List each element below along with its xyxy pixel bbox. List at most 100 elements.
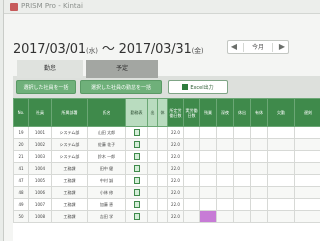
table-cell: 22.0 bbox=[167, 162, 184, 175]
timesheet-icon[interactable] bbox=[133, 189, 140, 196]
table-row[interactable]: 21 1003 システム部 鈴木 一郎 22.0 bbox=[13, 150, 320, 163]
end-date: 2017/03/31 bbox=[118, 42, 192, 57]
table-cell bbox=[157, 126, 168, 139]
table-cell[interactable] bbox=[125, 186, 148, 199]
table-cell: 工務課 bbox=[51, 210, 88, 223]
table-cell bbox=[183, 150, 200, 163]
table-cell bbox=[216, 126, 234, 139]
table-row[interactable]: 49 1007 工務課 加藤 恵 22.0 bbox=[13, 198, 320, 211]
table-cell: 1001 bbox=[28, 126, 52, 139]
table-cell: 1008 bbox=[28, 210, 52, 223]
period-navigation: ◀ 今月 ▶ bbox=[227, 40, 289, 54]
column-header[interactable]: No. bbox=[13, 98, 29, 127]
column-header[interactable]: 実労働日数 bbox=[183, 98, 200, 127]
table-cell bbox=[267, 186, 295, 199]
table-cell bbox=[294, 210, 320, 223]
column-header[interactable]: 休 bbox=[157, 98, 168, 127]
date-range: 2017/03/01(水) 〜 2017/03/31(金) bbox=[13, 38, 204, 57]
table-cell[interactable] bbox=[125, 162, 148, 175]
table-cell: 吉田 学 bbox=[87, 210, 126, 223]
current-period-button[interactable]: 今月 bbox=[243, 43, 273, 52]
table-cell: 1005 bbox=[28, 174, 52, 187]
table-cell[interactable] bbox=[125, 150, 148, 163]
next-period-button[interactable]: ▶ bbox=[277, 42, 287, 52]
table-cell: 加藤 恵 bbox=[87, 198, 126, 211]
table-cell bbox=[157, 150, 168, 163]
table-cell bbox=[147, 186, 158, 199]
column-header[interactable]: 所定労働日数 bbox=[167, 98, 184, 127]
table-cell bbox=[250, 186, 268, 199]
column-header[interactable]: 所属部署 bbox=[51, 98, 88, 127]
table-cell bbox=[233, 138, 251, 151]
table-cell[interactable] bbox=[125, 198, 148, 211]
table-cell bbox=[183, 210, 200, 223]
table-cell bbox=[267, 162, 295, 175]
bulk-action-button[interactable]: 選択した社員を一括 bbox=[16, 80, 76, 94]
excel-icon bbox=[182, 84, 189, 90]
table-cell bbox=[250, 150, 268, 163]
column-header[interactable]: 休出 bbox=[233, 98, 251, 127]
table-cell: 工務課 bbox=[51, 186, 88, 199]
table-cell: システム部 bbox=[51, 126, 88, 139]
table-cell bbox=[233, 174, 251, 187]
table-cell: 21 bbox=[13, 150, 29, 163]
table-cell bbox=[147, 126, 158, 139]
table-cell: 47 bbox=[13, 174, 29, 187]
tab-schedule[interactable]: 予定 bbox=[86, 60, 158, 78]
column-header[interactable]: 残業 bbox=[199, 98, 217, 127]
table-cell bbox=[216, 174, 234, 187]
table-cell bbox=[199, 150, 217, 163]
column-header[interactable]: 勤務表 bbox=[125, 98, 148, 127]
table-cell bbox=[294, 174, 320, 187]
table-cell: 22.0 bbox=[167, 186, 184, 199]
timesheet-icon[interactable] bbox=[133, 213, 140, 220]
timesheet-icon[interactable] bbox=[133, 177, 140, 184]
timesheet-icon[interactable] bbox=[133, 153, 140, 160]
table-row[interactable]: 20 1002 システム部 佐藤 花子 22.0 bbox=[13, 138, 320, 151]
table-cell bbox=[216, 150, 234, 163]
table-row[interactable]: 50 1008 工務課 吉田 学 22.0 bbox=[13, 210, 320, 223]
column-header[interactable]: 有休 bbox=[250, 98, 268, 127]
table-cell bbox=[199, 174, 217, 187]
column-header[interactable]: 遅刻 bbox=[294, 98, 320, 127]
excel-export-button[interactable]: Excel出力 bbox=[168, 80, 228, 94]
table-cell bbox=[183, 126, 200, 139]
table-cell[interactable] bbox=[125, 174, 148, 187]
column-header[interactable]: 社員 bbox=[28, 98, 52, 127]
table-cell bbox=[199, 210, 217, 223]
excel-export-label: Excel出力 bbox=[190, 85, 214, 91]
column-header[interactable]: 欠勤 bbox=[267, 98, 295, 127]
table-cell: 50 bbox=[13, 210, 29, 223]
table-row[interactable]: 48 1006 工務課 小林 修 22.0 bbox=[13, 186, 320, 199]
table-cell bbox=[199, 186, 217, 199]
table-cell bbox=[183, 186, 200, 199]
attendance-grid: No. 社員 所属部署 氏名 勤務表 出 休 所定労働日数 実労働日数 残業 深… bbox=[13, 98, 320, 241]
table-cell bbox=[250, 126, 268, 139]
previous-period-button[interactable]: ◀ bbox=[229, 42, 239, 52]
timesheet-icon[interactable] bbox=[133, 201, 140, 208]
table-cell bbox=[250, 210, 268, 223]
table-cell bbox=[183, 138, 200, 151]
tab-attendance[interactable]: 勤怠 bbox=[17, 60, 83, 78]
column-header[interactable]: 出 bbox=[147, 98, 158, 127]
table-cell bbox=[267, 138, 295, 151]
table-cell bbox=[267, 210, 295, 223]
table-cell[interactable] bbox=[125, 138, 148, 151]
table-row[interactable]: 41 1004 工務課 田中 健 22.0 bbox=[13, 162, 320, 175]
table-row[interactable]: 19 1001 システム部 山田 太郎 22.0 bbox=[13, 126, 320, 139]
table-cell: 1002 bbox=[28, 138, 52, 151]
table-row[interactable]: 47 1005 工務課 中村 誠 22.0 bbox=[13, 174, 320, 187]
timesheet-icon[interactable] bbox=[133, 129, 140, 136]
column-header[interactable]: 氏名 bbox=[87, 98, 126, 127]
table-cell bbox=[216, 138, 234, 151]
table-cell bbox=[216, 186, 234, 199]
date-separator: 〜 bbox=[101, 42, 115, 57]
table-cell[interactable] bbox=[125, 210, 148, 223]
table-cell bbox=[267, 198, 295, 211]
attendance-table: No. 社員 所属部署 氏名 勤務表 出 休 所定労働日数 実労働日数 残業 深… bbox=[13, 98, 320, 223]
column-header[interactable]: 深夜 bbox=[216, 98, 234, 127]
bulk-attendance-button[interactable]: 選択した社員の勤怠を一括 bbox=[80, 80, 162, 94]
timesheet-icon[interactable] bbox=[133, 141, 140, 148]
timesheet-icon[interactable] bbox=[133, 165, 140, 172]
table-cell[interactable] bbox=[125, 126, 148, 139]
